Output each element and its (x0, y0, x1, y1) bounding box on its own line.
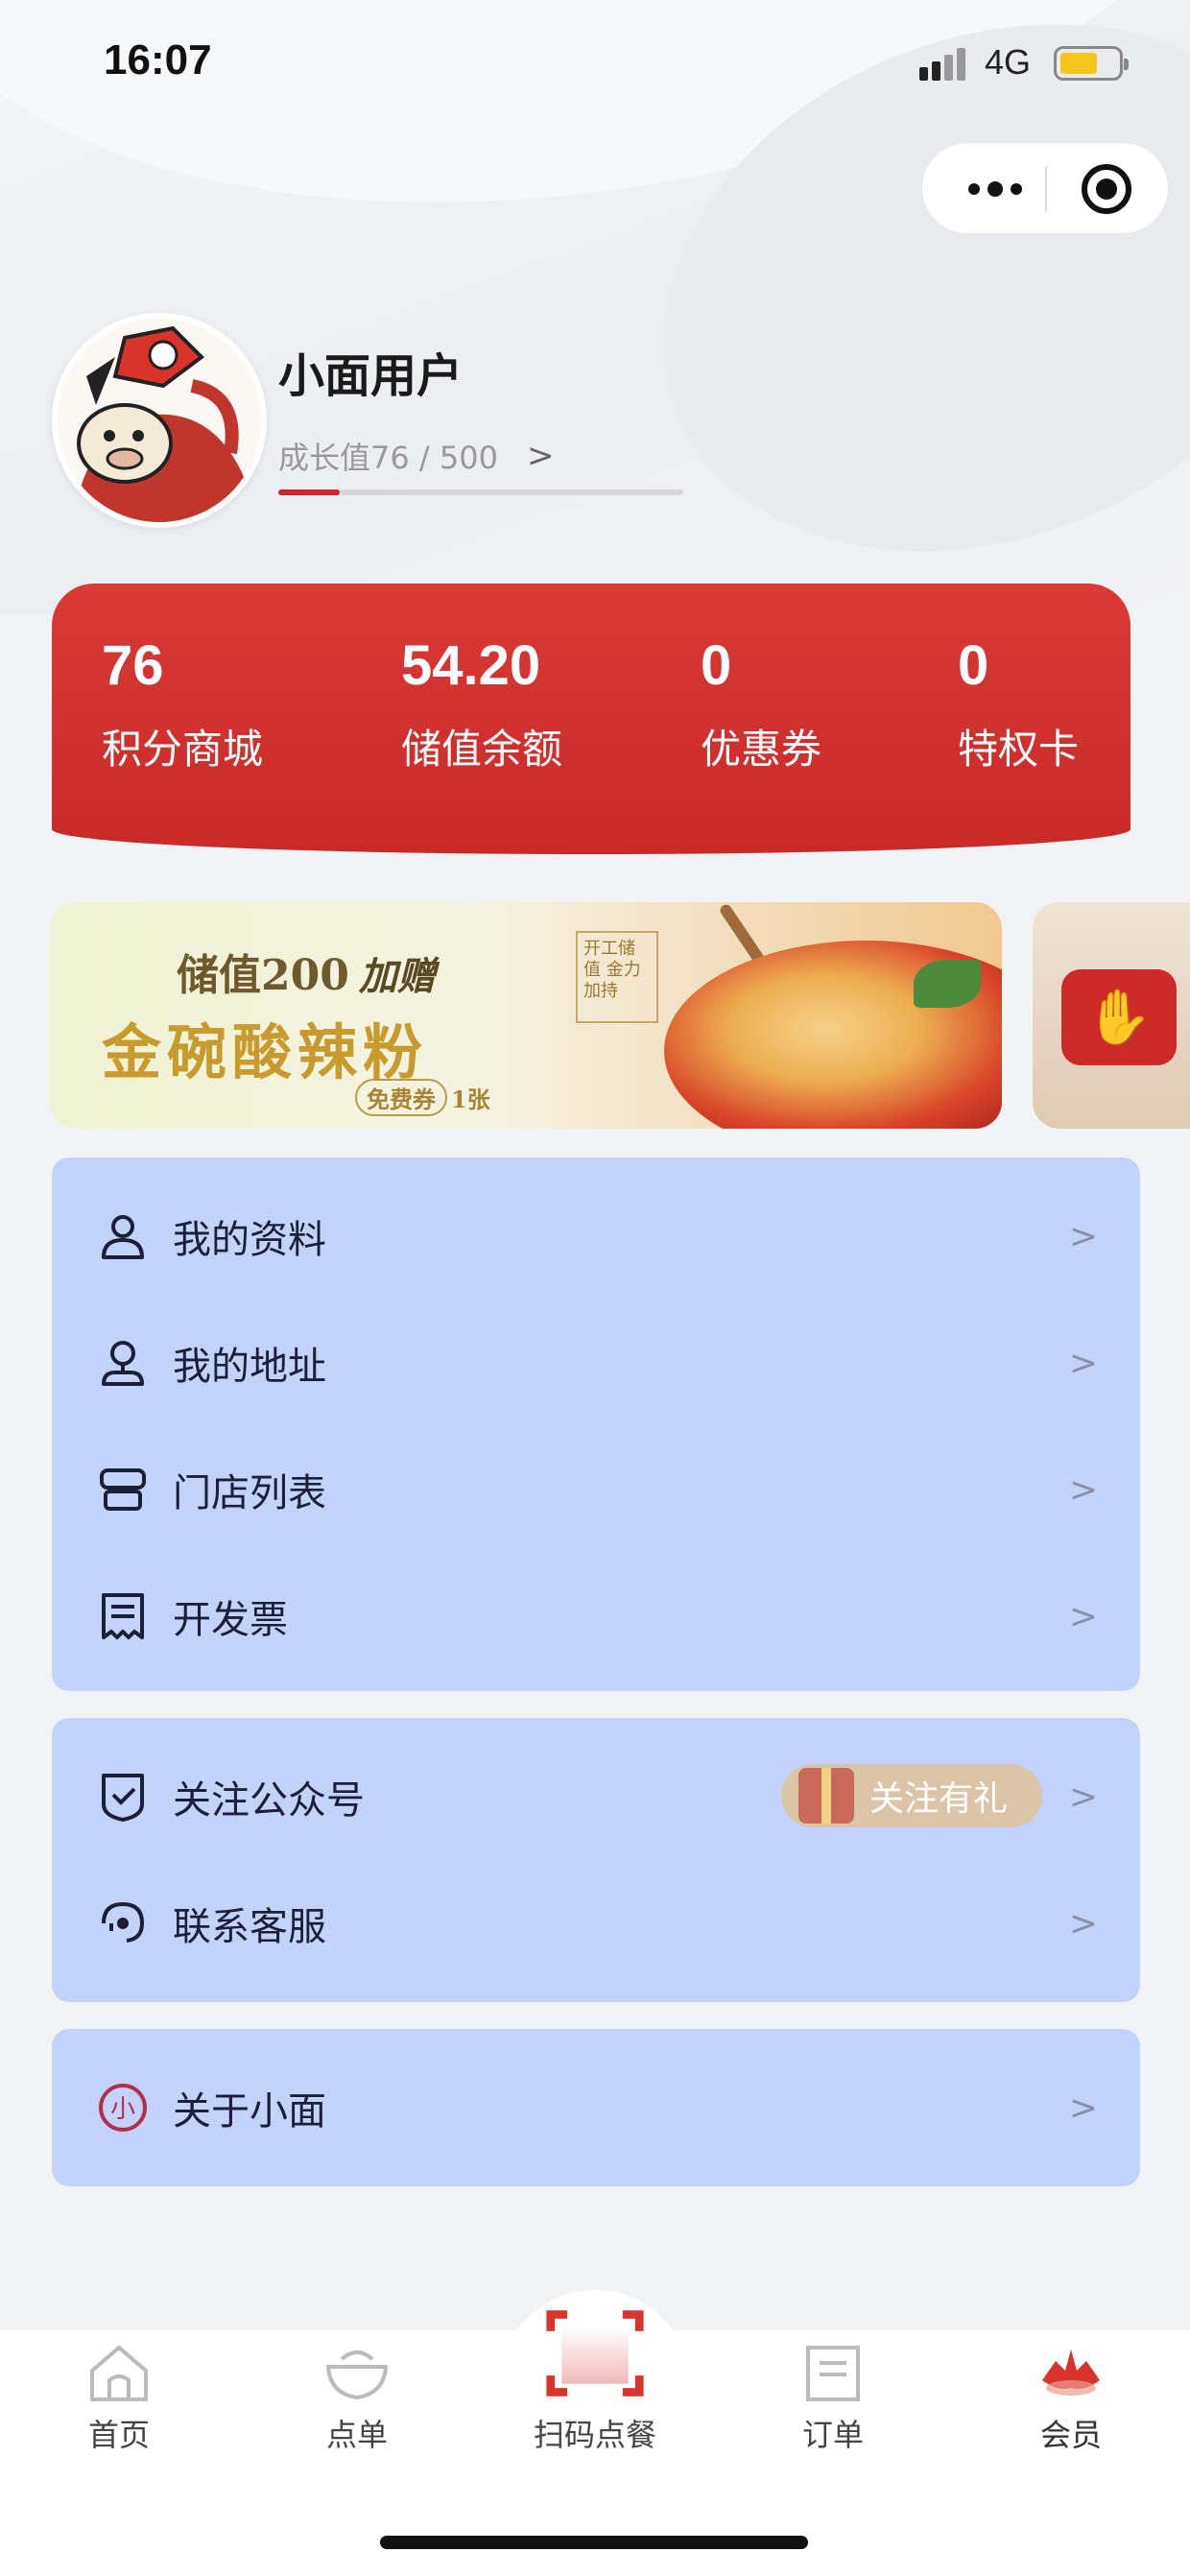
home-icon (90, 2346, 148, 2401)
status-bar: 16:07 4G (0, 0, 1190, 130)
capsule-divider (1045, 166, 1047, 212)
menu-item-customer-service[interactable]: 联系客服 > (52, 1860, 1140, 1987)
banner-headline: 储值200 加赠 (177, 941, 436, 1002)
banner-seal: 开工储值 金力加持 (576, 931, 658, 1023)
banner-amount: 储值200 (177, 951, 349, 1000)
chevron-right-icon: > (1068, 1777, 1098, 1817)
chevron-right-icon: > (1068, 1469, 1098, 1510)
promo-banner[interactable]: 储值200 加赠 金碗酸辣粉 免费券 1张 开工储值 金力加持 (50, 902, 1002, 1129)
scan-icon (546, 2310, 644, 2397)
follow-icon (102, 1774, 144, 1822)
chevron-right-icon: > (526, 437, 555, 475)
store-icon (100, 1468, 146, 1511)
customer-service-icon (102, 1901, 145, 1943)
coupon-count: 1张 (451, 1085, 490, 1113)
member-icon (1042, 2349, 1100, 2396)
user-icon (102, 1215, 144, 1259)
menu-item-profile[interactable]: 我的资料 > (52, 1173, 1140, 1300)
tab-label: 点单 (325, 2417, 388, 2453)
close-target-icon[interactable] (1082, 164, 1131, 214)
banner-gift-text: 加赠 (358, 954, 436, 999)
chevron-right-icon: > (1068, 1596, 1098, 1636)
tab-label: 订单 (801, 2417, 864, 2453)
svg-text:小: 小 (110, 2095, 135, 2124)
menu-item-about[interactable]: 小 关于小面 > (52, 2044, 1140, 2171)
menu-label: 关注公众号 (173, 1778, 365, 1823)
stat-value: 0 (701, 634, 732, 697)
stat-label: 特权卡 (958, 726, 1080, 773)
more-icon[interactable] (957, 143, 1034, 235)
network-type: 4G (985, 42, 1032, 82)
banner-coupon: 免费券 1张 (355, 1079, 490, 1116)
growth-text: 成长值76 / 500 (278, 440, 498, 476)
tab-orders[interactable]: 订单 (747, 2342, 919, 2455)
stat-label: 积分商城 (102, 726, 264, 773)
chevron-right-icon: > (1068, 1216, 1098, 1256)
growth-progress (278, 489, 683, 495)
menu-label: 联系客服 (173, 1905, 326, 1949)
chevron-right-icon: > (1068, 1343, 1098, 1383)
coupon-pill: 免费券 (355, 1079, 447, 1116)
promo-banner-next[interactable]: ✋ (1033, 902, 1190, 1129)
tab-member[interactable]: 会员 (985, 2342, 1157, 2455)
tab-label: 首页 (87, 2417, 150, 2453)
menu-label: 我的地址 (173, 1345, 326, 1389)
banner-product: 金碗酸辣粉 (102, 1017, 429, 1087)
menu-label: 开发票 (173, 1598, 288, 1642)
username: 小面用户 (278, 349, 464, 403)
home-indicator (380, 2536, 808, 2549)
order-icon (806, 2346, 860, 2401)
menu-label: 关于小面 (173, 2089, 326, 2134)
status-time: 16:07 (104, 36, 212, 83)
chevron-right-icon: > (1068, 2087, 1098, 2128)
menu-group-contact: 关注公众号 关注有礼 > 联系客服 > (52, 1718, 1140, 2002)
stat-value: 76 (102, 634, 164, 697)
growth-progress-fill (278, 489, 341, 495)
follow-gift-badge[interactable]: 关注有礼 (781, 1764, 1042, 1827)
location-icon (102, 1341, 144, 1386)
stat-value: 54.20 (401, 634, 541, 697)
menu-item-invoice[interactable]: 开发票 > (52, 1553, 1140, 1680)
tab-home[interactable]: 首页 (33, 2342, 205, 2455)
miniprogram-capsule (921, 142, 1169, 234)
signal-icon (919, 46, 969, 81)
tab-order-food[interactable]: 点单 (271, 2342, 443, 2455)
stat-stored-balance[interactable]: 54.20 储值余额 (401, 633, 562, 775)
hand-icon: ✋ (1061, 969, 1177, 1065)
badge-label: 关注有礼 (869, 1779, 1008, 1819)
growth-link[interactable]: 成长值76 / 500 > (278, 434, 554, 478)
menu-label: 门店列表 (173, 1471, 326, 1515)
tab-label: 会员 (1039, 2417, 1102, 2453)
herb-illustration (914, 960, 981, 1008)
stat-coupons[interactable]: 0 优惠券 (701, 633, 821, 775)
avatar[interactable] (52, 313, 267, 528)
menu-group-account: 我的资料 > 我的地址 > 门店列表 > 开发票 > (52, 1157, 1140, 1691)
brand-logo-icon: 小 (99, 2084, 147, 2132)
stat-privilege-cards[interactable]: 0 特权卡 (958, 633, 1079, 775)
menu-label: 我的资料 (173, 1218, 326, 1262)
menu-group-about: 小 关于小面 > (52, 2029, 1140, 2186)
menu-item-address[interactable]: 我的地址 > (52, 1300, 1140, 1426)
menu-item-follow-account[interactable]: 关注公众号 关注有礼 > (52, 1733, 1140, 1860)
stat-points-mall[interactable]: 76 积分商城 (102, 633, 263, 775)
tab-label: 扫码点餐 (533, 2417, 656, 2453)
stat-label: 优惠券 (701, 726, 822, 773)
stat-label: 储值余额 (401, 726, 563, 773)
battery-icon (1054, 46, 1129, 81)
invoice-icon (102, 1593, 144, 1639)
bowl-icon (326, 2350, 388, 2399)
member-stats-card: 76 积分商城 54.20 储值余额 0 优惠券 0 特权卡 (52, 584, 1130, 854)
stat-value: 0 (958, 634, 989, 697)
gift-icon (798, 1768, 854, 1824)
menu-item-store-list[interactable]: 门店列表 > (52, 1426, 1140, 1553)
tab-scan-order[interactable]: 扫码点餐 (509, 2310, 681, 2455)
chevron-right-icon: > (1068, 1903, 1098, 1944)
